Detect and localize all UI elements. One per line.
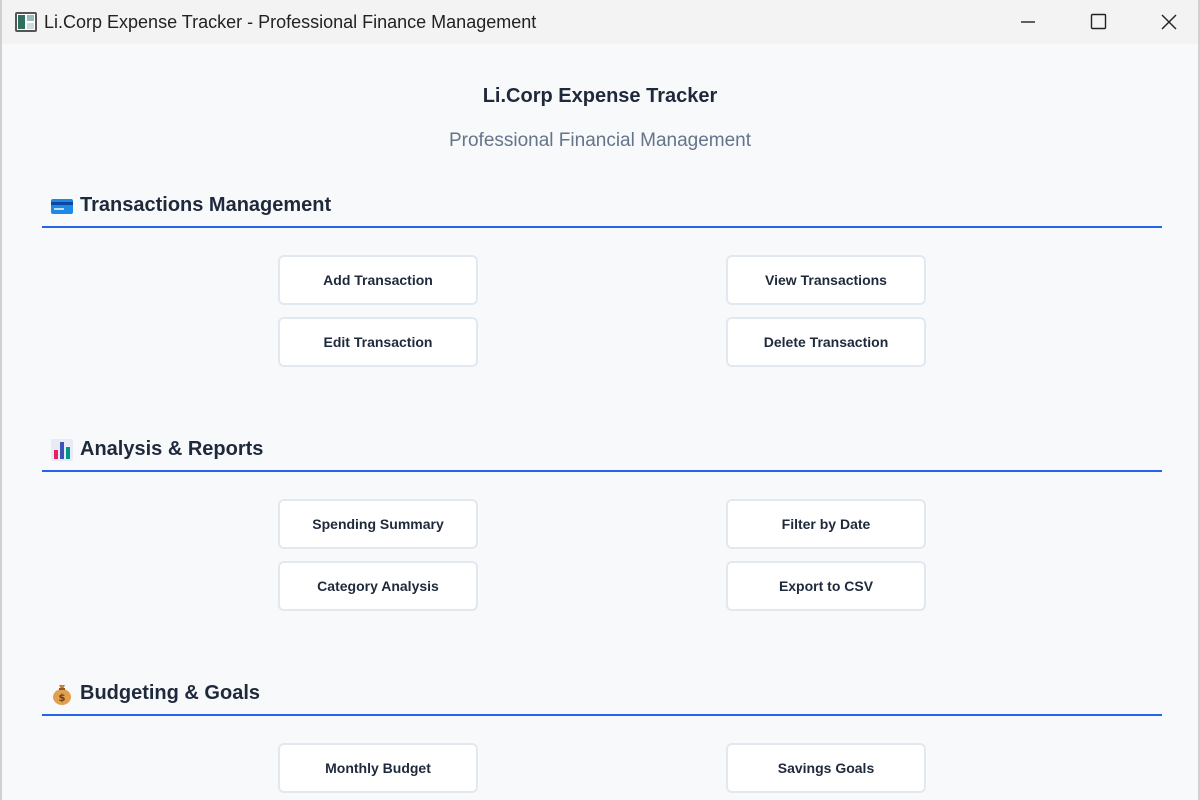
close-icon [1161, 14, 1177, 30]
title-bar[interactable]: Li.Corp Expense Tracker - Professional F… [2, 0, 1198, 44]
export-csv-button[interactable]: Export to CSV [726, 561, 926, 611]
money-bag-icon: $ [53, 685, 71, 705]
view-transactions-button[interactable]: View Transactions [726, 255, 926, 305]
minimize-button[interactable] [994, 0, 1064, 44]
section-title: Transactions Management [80, 194, 332, 216]
app-window: Li.Corp Expense Tracker - Professional F… [0, 0, 1200, 800]
page-subtitle: Professional Financial Management [448, 130, 752, 151]
delete-transaction-button[interactable]: Delete Transaction [726, 317, 926, 367]
main-content: Li.Corp Expense Tracker Professional Fin… [2, 44, 1198, 800]
section-title: Budgeting & Goals [80, 682, 260, 704]
spending-summary-button[interactable]: Spending Summary [278, 499, 478, 549]
maximize-button[interactable] [1064, 0, 1134, 44]
svg-text:$: $ [59, 693, 66, 704]
close-button[interactable] [1134, 0, 1198, 44]
page-title: Li.Corp Expense Tracker [482, 85, 718, 107]
filter-by-date-button[interactable]: Filter by Date [726, 499, 926, 549]
bar-chart-icon [51, 439, 73, 461]
credit-card-icon [51, 199, 73, 214]
category-analysis-button[interactable]: Category Analysis [278, 561, 478, 611]
section-header-analysis: Analysis & Reports [42, 430, 1162, 472]
app-icon [15, 12, 37, 32]
maximize-icon [1090, 13, 1107, 30]
monthly-budget-button[interactable]: Monthly Budget [278, 743, 478, 793]
add-transaction-button[interactable]: Add Transaction [278, 255, 478, 305]
window-title: Li.Corp Expense Tracker - Professional F… [44, 12, 537, 32]
section-header-transactions: Transactions Management [42, 186, 1162, 228]
savings-goals-button[interactable]: Savings Goals [726, 743, 926, 793]
minimize-icon [1021, 21, 1035, 23]
edit-transaction-button[interactable]: Edit Transaction [278, 317, 478, 367]
section-header-budgeting: $ Budgeting & Goals [42, 674, 1162, 716]
section-title: Analysis & Reports [80, 438, 264, 460]
